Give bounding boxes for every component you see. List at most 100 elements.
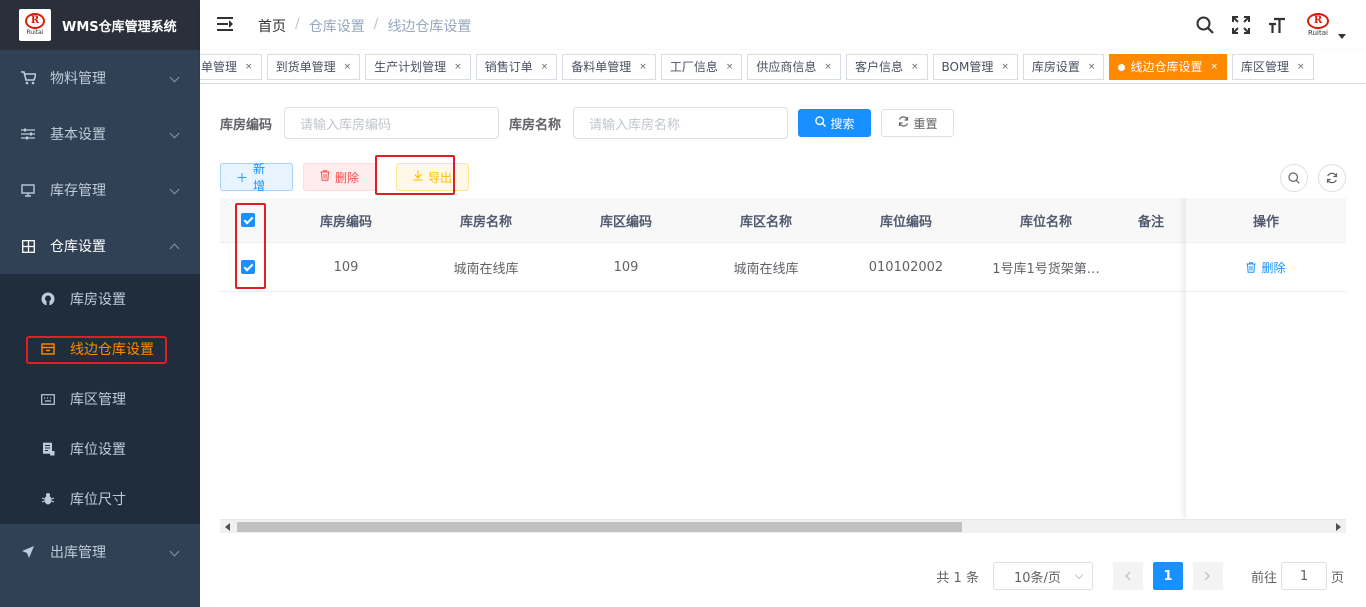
sidebar-item-label: 库房设置	[70, 292, 126, 308]
close-icon[interactable]: ×	[1001, 55, 1009, 79]
tag-label: 客户信息	[854, 60, 903, 74]
sidebar-item-outbound[interactable]: 出库管理	[0, 524, 200, 580]
send-icon	[20, 544, 36, 560]
pagination: 共 1 条 10条/页 1 前往 页	[936, 562, 1344, 590]
sidebar-item-basic[interactable]: 基本设置	[0, 106, 200, 162]
search-button[interactable]: 搜索	[798, 109, 872, 137]
tag-label: 单管理	[201, 60, 238, 74]
tags-view: 单管理 × 到货单管理 × 生产计划管理 × 销售订单 × 备料单管理 × 工厂信息 × 供应商信息 × 客…	[200, 50, 1366, 84]
avatar[interactable]: R Ruitai	[1302, 10, 1334, 40]
close-icon[interactable]: ×	[1210, 55, 1218, 79]
close-icon[interactable]: ×	[541, 55, 549, 79]
breadcrumb-home[interactable]: 首页	[258, 16, 286, 36]
sidebar-item-material[interactable]: 物料管理	[0, 50, 200, 106]
app-title: WMS仓库管理系统	[62, 19, 177, 35]
tag-item[interactable]: 线边仓库设置 ×	[1109, 54, 1227, 80]
search-icon	[814, 116, 826, 130]
close-icon[interactable]: ×	[639, 55, 647, 79]
tag-item[interactable]: BOM管理 ×	[932, 54, 1018, 80]
tag-item[interactable]: 库区管理 ×	[1232, 54, 1314, 80]
page-jumper: 前往 页	[1251, 562, 1344, 590]
trash-icon	[1246, 261, 1256, 273]
cell-remark	[1116, 243, 1186, 291]
tag-item[interactable]: 库房设置 ×	[1022, 54, 1105, 80]
navbar-tools: R Ruitai	[1194, 10, 1346, 40]
close-icon[interactable]: ×	[726, 55, 734, 79]
tag-item[interactable]: 工厂信息 ×	[660, 54, 743, 80]
horizontal-scrollbar[interactable]	[220, 519, 1346, 533]
tag-label: 库区管理	[1241, 60, 1290, 74]
scroll-thumb[interactable]	[237, 522, 962, 532]
navbar: 首页 / 仓库设置 / 线边仓库设置 R Ruitai	[200, 0, 1366, 50]
refresh-icon	[898, 116, 909, 130]
tag-item[interactable]: 客户信息 ×	[845, 54, 928, 80]
submenu-warehouse: 库房设置 线边仓库设置 库区管理 库位设置 库位尺寸	[0, 274, 200, 524]
scroll-right-icon[interactable]	[1336, 523, 1341, 531]
breadcrumb-warehouse-settings[interactable]: 仓库设置	[309, 16, 365, 36]
close-icon[interactable]: ×	[911, 55, 919, 79]
hamburger-icon[interactable]	[217, 17, 233, 31]
sidebar-item-label: 库存管理	[50, 183, 106, 199]
reset-button[interactable]: 重置	[881, 109, 955, 137]
tag-label: 工厂信息	[669, 60, 718, 74]
tag-item[interactable]: 销售订单 ×	[475, 54, 558, 80]
search-icon[interactable]	[1194, 14, 1216, 36]
refresh-button[interactable]	[1318, 164, 1346, 192]
main-content: 库房编码 请输入库房编码 库房名称 请输入库房名称 搜索 重置 ＋ 新增 删除	[200, 84, 1366, 607]
github-icon	[40, 291, 56, 307]
document-icon	[40, 441, 56, 457]
tag-item[interactable]: 生产计划管理 ×	[365, 54, 471, 80]
export-wrapper: 导出	[375, 155, 469, 195]
tag-item[interactable]: 单管理 ×	[200, 54, 262, 80]
close-icon[interactable]: ×	[454, 55, 462, 79]
delete-button[interactable]: 删除	[303, 163, 376, 191]
tag-label: 线边仓库设置	[1130, 60, 1203, 74]
cell-warehouse-code: 109	[333, 259, 359, 275]
tag-label: 生产计划管理	[374, 60, 447, 74]
logo-bar[interactable]: R Ruitai WMS仓库管理系统	[0, 0, 200, 50]
sidebar-item-area[interactable]: 库区管理	[0, 374, 200, 424]
close-icon[interactable]: ×	[344, 55, 352, 79]
table-row[interactable]: 109 城南在线库 109 城南在线库 010102002 1号库1号货架第…	[220, 243, 1346, 292]
prev-page-button[interactable]	[1112, 562, 1143, 590]
font-size-icon[interactable]	[1266, 14, 1288, 36]
close-icon[interactable]: ×	[1088, 55, 1096, 79]
sidebar-item-warehouse[interactable]: 仓库设置	[0, 218, 200, 274]
close-icon[interactable]: ×	[824, 55, 832, 79]
tag-item[interactable]: 到货单管理 ×	[266, 54, 361, 80]
tag-item[interactable]: 备料单管理 ×	[562, 54, 656, 80]
warehouse-name-input[interactable]: 请输入库房名称	[573, 107, 789, 139]
cell-location-code: 010102002	[868, 259, 944, 275]
table-tools	[1280, 164, 1346, 192]
close-icon[interactable]: ×	[245, 55, 253, 79]
page-size-select[interactable]: 10条/页	[992, 562, 1093, 590]
sidebar-item-line-side-warehouse[interactable]: 线边仓库设置	[0, 324, 200, 374]
next-page-button[interactable]	[1192, 562, 1223, 590]
tag-label: 备料单管理	[571, 60, 632, 74]
sidebar-item-location[interactable]: 库位设置	[0, 424, 200, 474]
sidebar-item-label: 仓库设置	[50, 239, 106, 255]
close-icon[interactable]: ×	[1297, 55, 1305, 79]
search-icon	[1288, 172, 1300, 184]
sidebar-item-storeroom[interactable]: 库房设置	[0, 274, 200, 324]
sidebar: R Ruitai WMS仓库管理系统 物料管理 基本设置 库存管理 仓库设置 库…	[0, 0, 200, 607]
highlight-box	[235, 203, 266, 289]
tag-item[interactable]: 供应商信息 ×	[747, 54, 841, 80]
col-warehouse-name: 库房名称	[459, 214, 512, 230]
plus-icon: ＋	[236, 170, 249, 185]
add-button[interactable]: ＋ 新增	[220, 162, 293, 193]
scroll-left-icon[interactable]	[225, 523, 230, 531]
sidebar-item-location-size[interactable]: 库位尺寸	[0, 474, 200, 524]
row-delete-link[interactable]: 删除	[1246, 259, 1286, 276]
warehouse-code-input[interactable]: 请输入库房编码	[284, 107, 500, 139]
goto-page-input[interactable]	[1280, 562, 1327, 590]
cell-area-name: 城南在线库	[733, 261, 799, 277]
sidebar-item-label: 库位尺寸	[70, 492, 126, 508]
highlight-box	[375, 155, 455, 195]
sidebar-item-inventory[interactable]: 库存管理	[0, 162, 200, 218]
caret-down-icon[interactable]	[1338, 33, 1346, 39]
fullscreen-icon[interactable]	[1230, 14, 1252, 36]
cart-icon	[20, 70, 36, 86]
toggle-search-button[interactable]	[1280, 164, 1308, 192]
page-number[interactable]: 1	[1152, 562, 1183, 590]
